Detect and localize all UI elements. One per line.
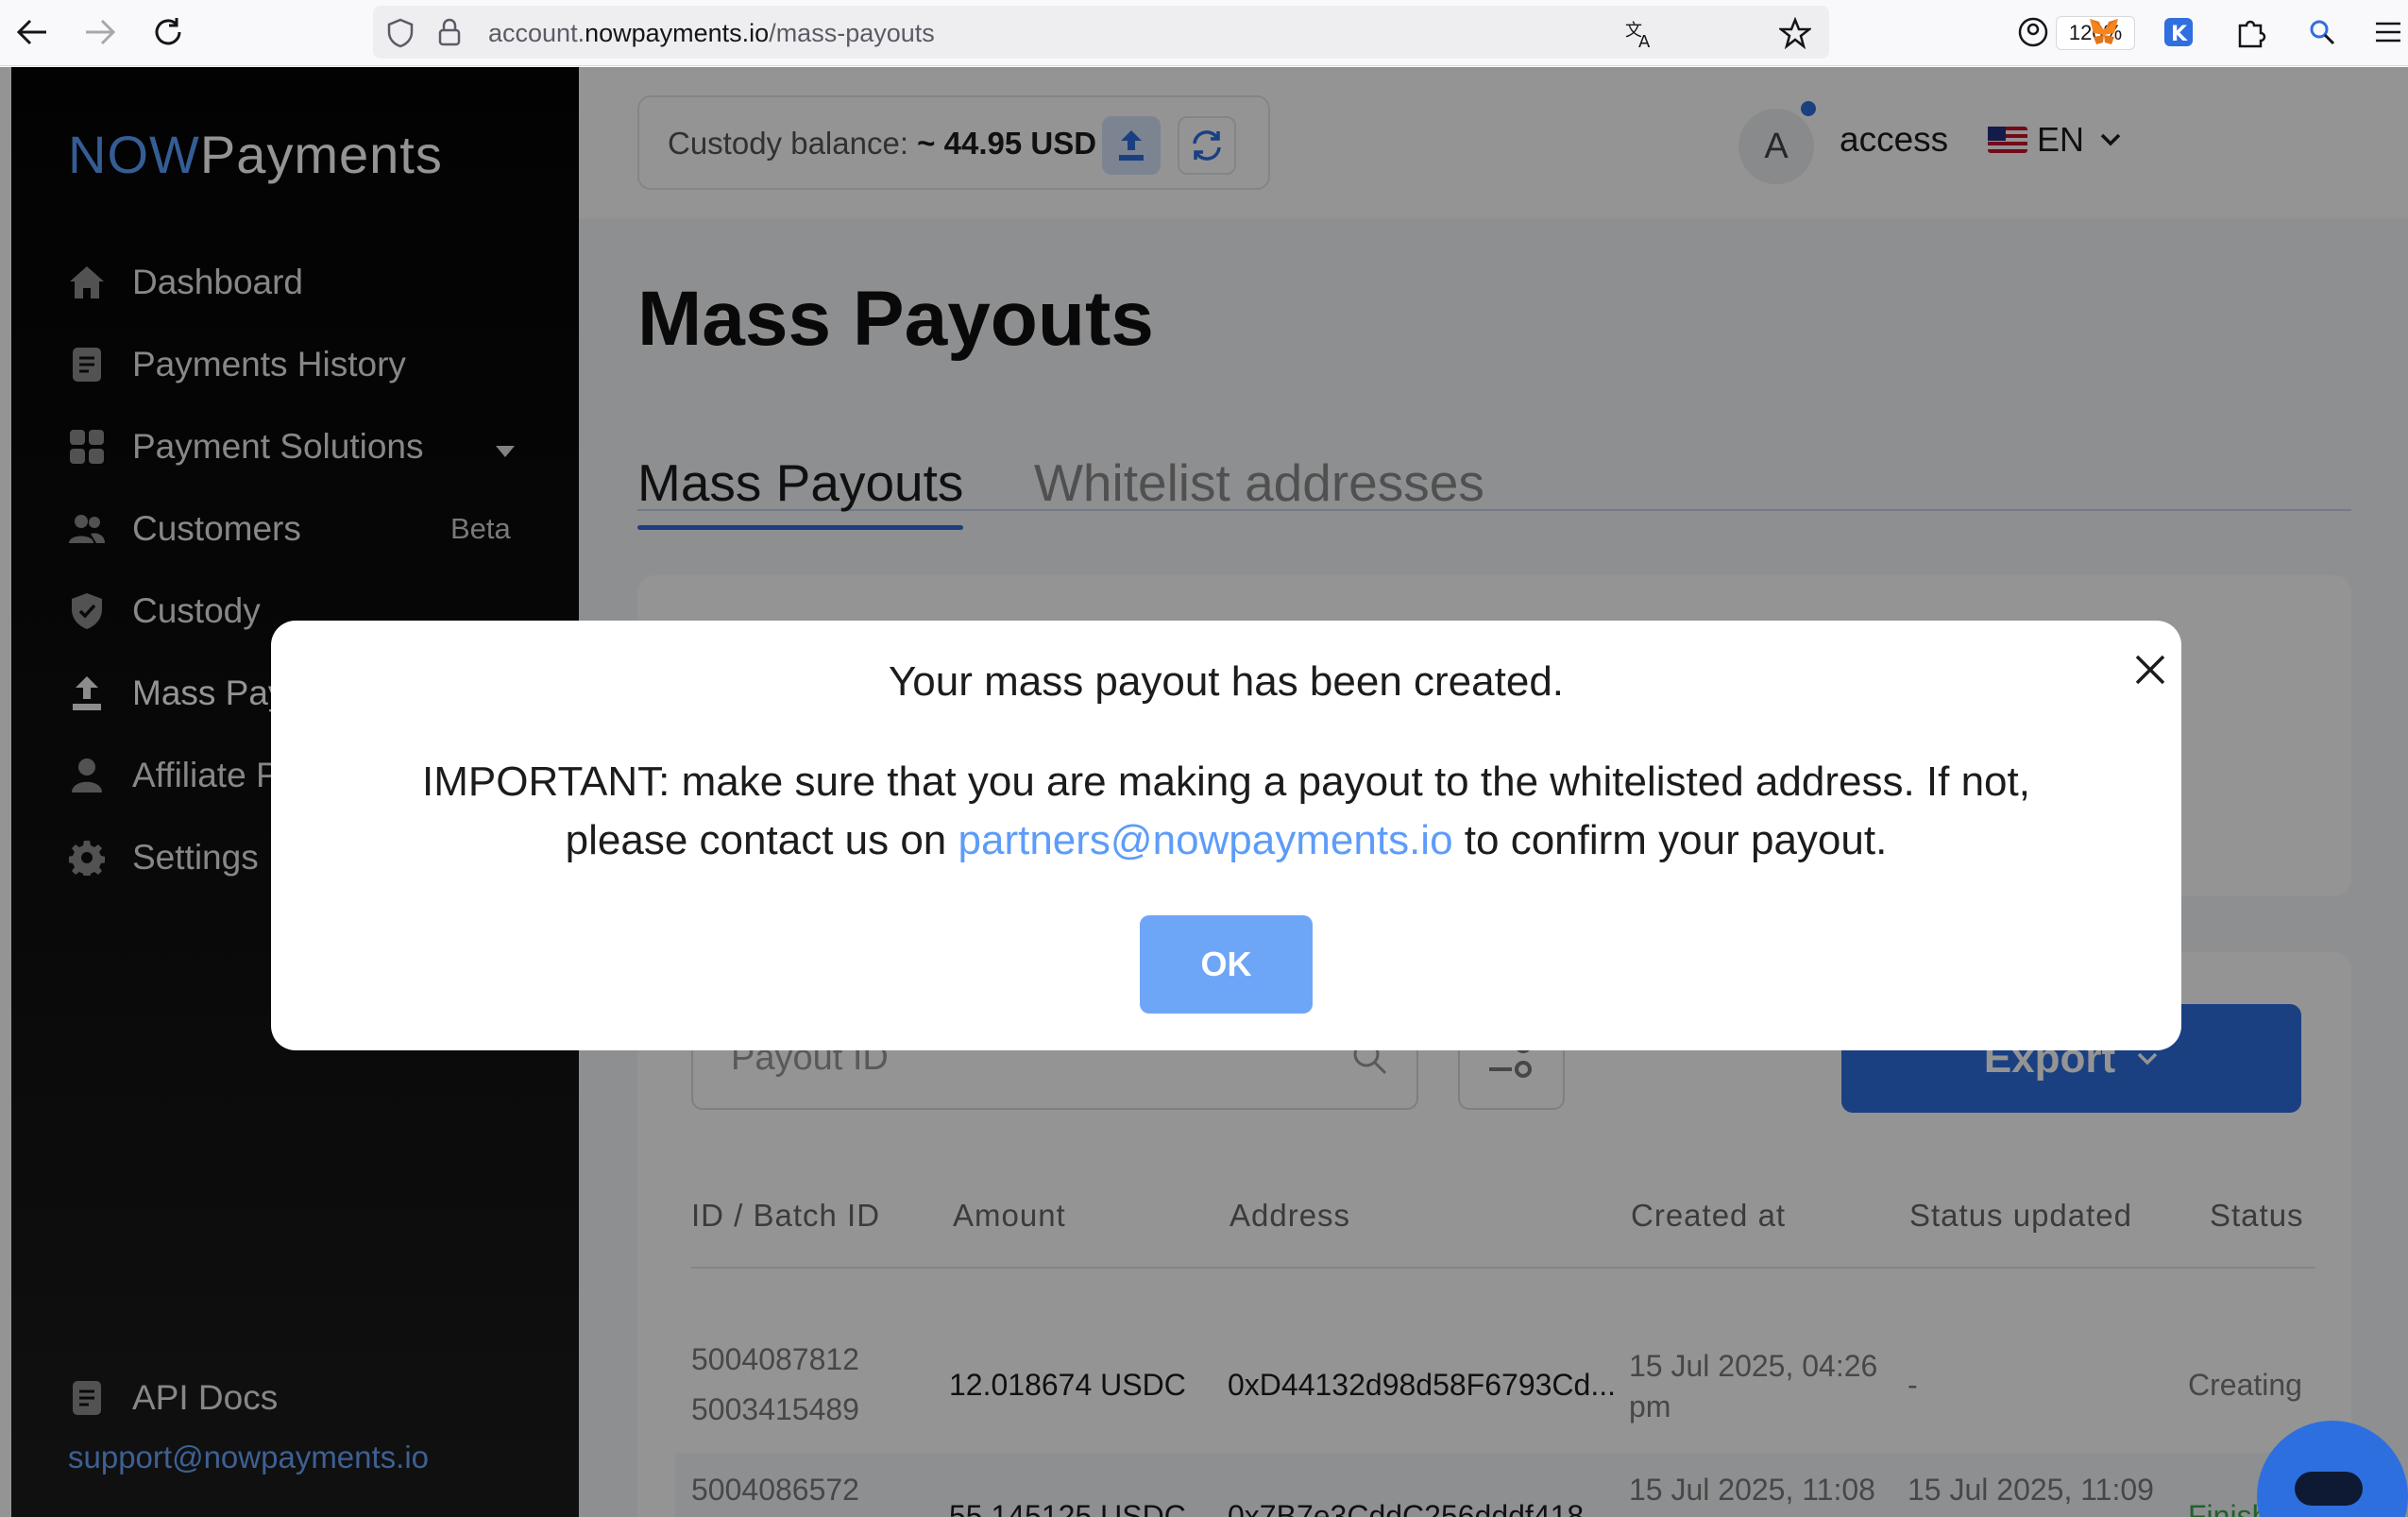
k-extension-icon[interactable]: K (2156, 9, 2201, 55)
arrow-right-icon (86, 19, 116, 45)
lock-icon[interactable] (437, 17, 462, 47)
svg-text:A: A (1638, 32, 1651, 49)
metamask-icon[interactable] (2081, 9, 2127, 55)
dialog-message: IMPORTANT: make sure that you are making… (271, 753, 2181, 870)
svg-text:K: K (2171, 23, 2188, 46)
reload-button[interactable] (144, 8, 193, 57)
account-icon[interactable] (2010, 9, 2056, 55)
back-button[interactable] (8, 8, 57, 57)
ok-button[interactable]: OK (1140, 915, 1313, 1014)
chat-icon (2295, 1472, 2363, 1506)
payout-created-dialog: Your mass payout has been created. IMPOR… (271, 621, 2181, 1050)
address-bar[interactable]: account.nowpayments.io/mass-payouts 文A 1… (373, 6, 2135, 59)
arrow-left-icon (16, 19, 46, 45)
reload-icon (155, 18, 181, 45)
extensions-puzzle-icon[interactable] (2228, 9, 2273, 55)
dialog-message-line-2: please contact us on partners@nowpayment… (565, 817, 1888, 863)
menu-icon[interactable] (2367, 9, 2405, 55)
dialog-message-line-1: IMPORTANT: make sure that you are making… (422, 758, 2030, 805)
bookmark-star-icon[interactable] (1779, 17, 1811, 49)
forward-button[interactable] (76, 8, 125, 57)
browser-toolbar: account.nowpayments.io/mass-payouts 文A 1… (0, 0, 2408, 66)
shield-icon[interactable] (386, 18, 415, 48)
partners-email-link[interactable]: partners@nowpayments.io (958, 817, 1453, 863)
url-text[interactable]: account.nowpayments.io/mass-payouts (488, 19, 935, 48)
translate-icon[interactable]: 文A (1624, 17, 1656, 49)
dialog-title: Your mass payout has been created. (888, 658, 1565, 705)
search-extension-icon[interactable] (2299, 9, 2345, 55)
